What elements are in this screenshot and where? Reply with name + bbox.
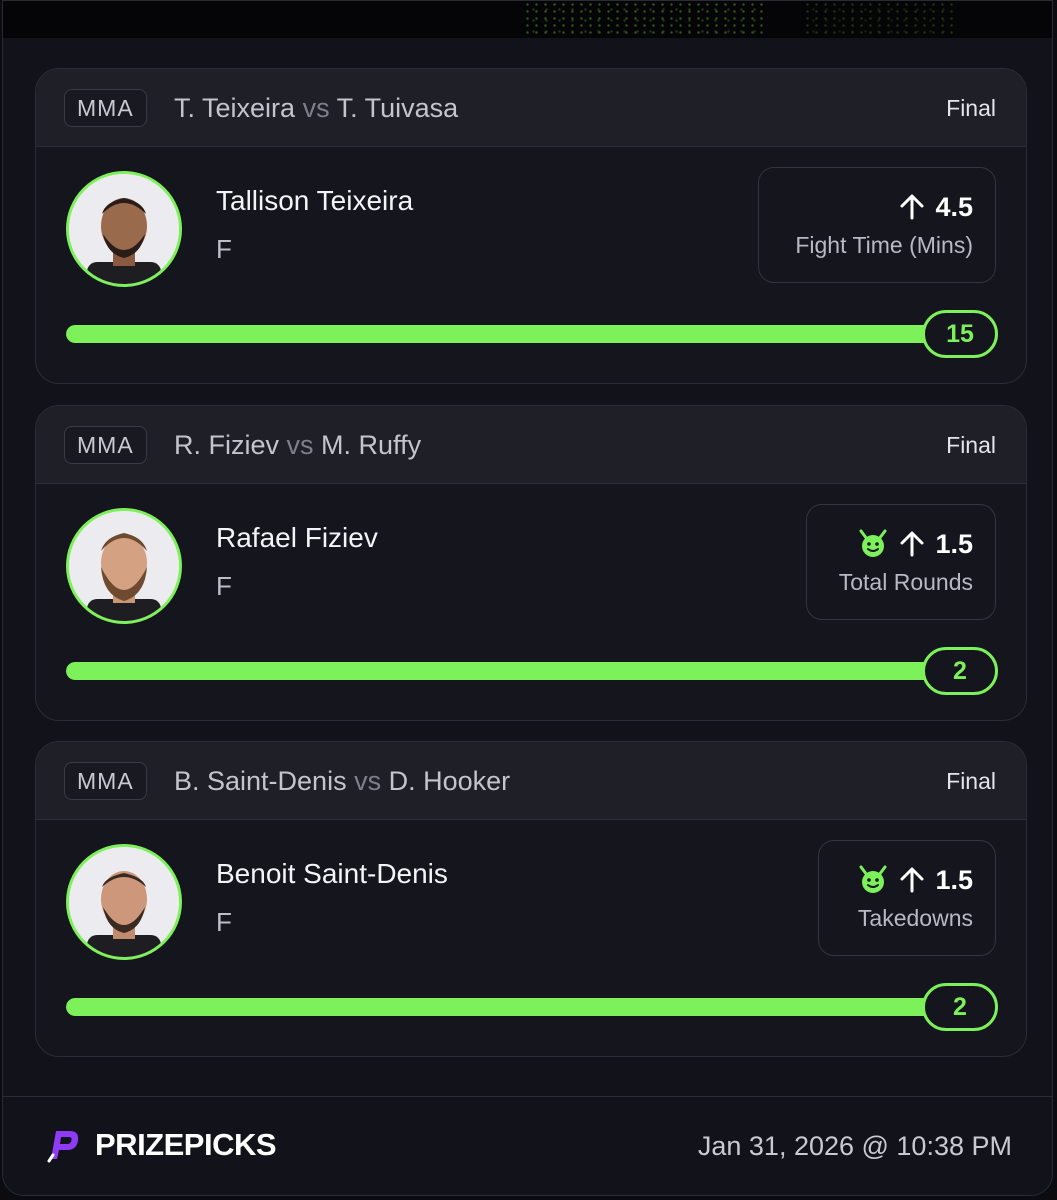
arrow-up-icon	[900, 531, 924, 557]
fighter-b: D. Hooker	[388, 766, 511, 796]
league-badge: MMA	[64, 89, 147, 127]
pick-card[interactable]: MMA T. Teixeira vs T. Tuivasa Final Tall…	[35, 68, 1027, 384]
demon-icon	[859, 865, 887, 893]
arrow-up-icon	[900, 194, 924, 220]
projection-box: 1.5 Total Rounds	[806, 504, 996, 620]
prizepicks-logo-icon	[47, 1131, 79, 1163]
result-value: 15	[922, 310, 998, 358]
player-position: F	[216, 571, 232, 601]
player-avatar	[66, 508, 182, 624]
fighter-a: R. Fiziev	[174, 430, 280, 460]
progress-fill	[66, 662, 946, 680]
result-value: 2	[922, 647, 998, 695]
card-header: MMA R. Fiziev vs M. Ruffy Final	[36, 406, 1026, 484]
player-name: Benoit Saint-Denis	[216, 858, 448, 889]
footer: PRIZEPICKS Jan 31, 2026 @ 10:38 PM	[3, 1096, 1052, 1195]
vs-label: vs	[354, 766, 382, 796]
progress-fill	[66, 325, 946, 343]
header-banner	[3, 1, 1052, 38]
league-badge: MMA	[64, 762, 147, 800]
timestamp: Jan 31, 2026 @ 10:38 PM	[697, 1131, 1012, 1161]
player-name: Tallison Teixeira	[216, 185, 414, 216]
fighter-b: T. Tuivasa	[336, 93, 459, 123]
fighter-b: M. Ruffy	[321, 430, 422, 460]
player-position: F	[216, 234, 232, 264]
fighter-a: B. Saint-Denis	[174, 766, 347, 796]
projection-line: 4.5	[935, 192, 973, 222]
stat-type: Total Rounds	[838, 569, 973, 595]
vs-label: vs	[302, 93, 330, 123]
player-avatar	[66, 171, 182, 287]
brand-logo[interactable]: PRIZEPICKS	[43, 1125, 277, 1165]
card-header: MMA T. Teixeira vs T. Tuivasa Final	[36, 69, 1026, 147]
projection-box: 1.5 Takedowns	[818, 840, 996, 956]
stat-type: Takedowns	[857, 905, 973, 931]
pick-card[interactable]: MMA B. Saint-Denis vs D. Hooker Final Be…	[35, 741, 1027, 1057]
result-value: 2	[922, 983, 998, 1031]
matchup-title: B. Saint-Denis vs D. Hooker	[174, 764, 510, 798]
arrow-up-icon	[900, 867, 924, 893]
progress-fill	[66, 998, 946, 1016]
progress-bar	[66, 662, 946, 680]
projection-box: 4.5 Fight Time (Mins)	[758, 167, 996, 283]
stat-type: Fight Time (Mins)	[795, 232, 973, 258]
matchup-title: R. Fiziev vs M. Ruffy	[174, 428, 421, 462]
progress-bar	[66, 325, 946, 343]
player-position: F	[216, 907, 232, 937]
player-avatar	[66, 844, 182, 960]
status-label: Final	[946, 768, 996, 794]
progress-bar	[66, 998, 946, 1016]
matchup-title: T. Teixeira vs T. Tuivasa	[174, 91, 458, 125]
brand-name: PRIZEPICKS	[95, 1127, 277, 1162]
vs-label: vs	[286, 430, 314, 460]
status-label: Final	[946, 432, 996, 458]
status-label: Final	[946, 95, 996, 121]
card-header: MMA B. Saint-Denis vs D. Hooker Final	[36, 742, 1026, 820]
league-badge: MMA	[64, 426, 147, 464]
fighter-a: T. Teixeira	[174, 93, 296, 123]
projection-line: 1.5	[935, 529, 973, 559]
pick-card[interactable]: MMA R. Fiziev vs M. Ruffy Final Rafael F…	[35, 405, 1027, 721]
pick-summary-panel: MMA T. Teixeira vs T. Tuivasa Final Tall…	[2, 0, 1053, 1196]
projection-line: 1.5	[935, 865, 973, 895]
player-name: Rafael Fiziev	[216, 522, 378, 553]
demon-icon	[859, 529, 887, 557]
